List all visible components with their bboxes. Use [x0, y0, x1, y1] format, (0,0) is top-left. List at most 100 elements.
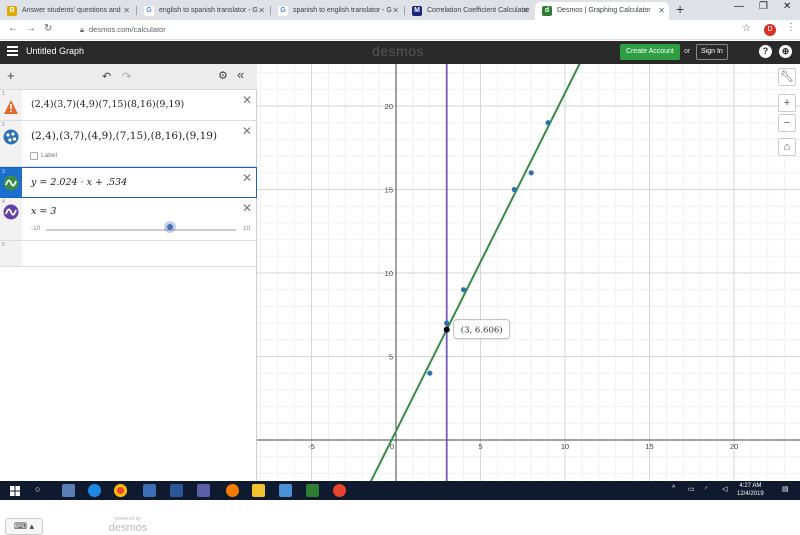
expression-row-1[interactable]: 1 (2,4)(3,7)(4,9)(7,15)(8,16)(9,19) ✕ — [0, 90, 257, 121]
close-tab-icon[interactable]: ✕ — [658, 2, 665, 20]
close-window-icon[interactable]: ✕ — [783, 1, 791, 12]
zoom-out-button[interactable]: − — [778, 114, 796, 132]
app-icon[interactable] — [333, 484, 346, 497]
wave-icon[interactable] — [3, 175, 19, 191]
expression-list: + ↶ ↷ ⚙ « 1 (2,4)(3,7)(4,9)(7,15)(8,16)(… — [0, 64, 257, 535]
settings-gear-icon[interactable]: ⚙ — [218, 69, 228, 82]
keyboard-toggle-button[interactable]: ⌨ ▴ — [5, 518, 43, 535]
create-account-button[interactable]: Create Account — [620, 44, 680, 60]
app-icon[interactable] — [279, 484, 292, 497]
points-icon[interactable] — [3, 129, 19, 145]
file-explorer-icon[interactable] — [143, 484, 156, 497]
desmos-header: Untitled Graph desmos Create Account or … — [0, 41, 800, 64]
label-checkbox[interactable] — [30, 152, 38, 160]
url-field[interactable]: 🔒︎ desmos.com/calculator — [80, 25, 166, 35]
x-tick-label: 20 — [730, 442, 738, 451]
data-point — [511, 186, 517, 193]
x-tick-label: 15 — [645, 442, 653, 451]
store-icon[interactable] — [170, 484, 183, 497]
bookmark-star-icon[interactable]: ☆ — [742, 23, 751, 34]
app-icon[interactable] — [306, 484, 319, 497]
minimize-icon[interactable]: — — [734, 1, 744, 12]
delete-expression-icon[interactable]: ✕ — [242, 93, 252, 107]
intersection-point — [443, 326, 450, 333]
delete-expression-icon[interactable]: ✕ — [242, 124, 252, 138]
forward-icon[interactable]: → — [26, 23, 36, 34]
tab-title: Desmos | Graphing Calculator — [557, 7, 651, 14]
collapse-panel-icon[interactable]: « — [237, 67, 244, 82]
y-tick-label: 10 — [385, 269, 393, 278]
sign-in-button[interactable]: Sign In — [696, 44, 728, 60]
desmos-favicon-icon: d — [542, 6, 552, 16]
y-tick-label: 15 — [385, 186, 393, 195]
tray-chevron-icon[interactable]: ^ — [672, 485, 675, 492]
search-app-icon[interactable] — [226, 484, 239, 497]
slider-handle[interactable] — [164, 221, 176, 233]
expression-row-5-empty[interactable]: 5 — [0, 241, 257, 267]
search-icon[interactable]: ○ — [35, 484, 40, 494]
slider-track[interactable] — [46, 229, 236, 231]
browser-tab-2[interactable]: G english to spanish translator - G ✕ — [137, 2, 269, 20]
windows-start-icon[interactable] — [10, 486, 20, 496]
browser-tab-4[interactable]: M Correlation Coefficient Calculator ✕ — [405, 2, 533, 20]
default-viewport-home-icon[interactable]: ⌂ — [778, 138, 796, 156]
globe-icon[interactable]: ⊕ — [779, 45, 792, 58]
hamburger-menu-icon[interactable] — [7, 46, 18, 56]
slider-max-label[interactable]: 10 — [243, 225, 250, 232]
browser-menu-icon[interactable]: ⋮ — [786, 22, 796, 33]
undo-icon[interactable]: ↶ — [102, 70, 111, 83]
maximize-icon[interactable]: ❐ — [759, 1, 768, 12]
graph-title[interactable]: Untitled Graph — [26, 46, 84, 56]
browser-tab-1[interactable]: B Answer students' questions and ✕ — [0, 2, 134, 20]
lock-icon: 🔒︎ — [80, 25, 84, 34]
powered-by-desmos[interactable]: powered by desmos — [106, 516, 150, 534]
graph-canvas[interactable]: -5 0 5 10 15 205101520(3, 6.606) — [257, 64, 800, 481]
tab-title: english to spanish translator - G — [159, 7, 258, 14]
browser-tab-5-active[interactable]: d Desmos | Graphing Calculator ✕ — [535, 2, 669, 20]
reload-icon[interactable]: ↻ — [44, 23, 52, 34]
network-icon[interactable]: ▭ — [688, 485, 695, 493]
folder-icon[interactable] — [252, 484, 265, 497]
add-item-button[interactable]: + — [7, 68, 15, 83]
expression-row-4[interactable]: 4 x = 3 -10 10 ✕ — [0, 198, 257, 241]
back-icon[interactable]: ← — [8, 23, 18, 34]
delete-expression-icon[interactable]: ✕ — [242, 171, 252, 185]
graph-paper[interactable]: -5 0 5 10 15 20 5 10 15 20 (3, 6.606) — [257, 64, 800, 481]
wave-icon[interactable] — [3, 204, 19, 220]
chrome-icon[interactable] — [114, 484, 127, 497]
expression-row-2[interactable]: 2 (2,4),(3,7),(4,9),(7,15),(8,16),(9,19)… — [0, 121, 257, 167]
volume-icon[interactable]: ◁ — [722, 485, 727, 493]
expression-row-3[interactable]: 3 y = 2.024 · x + .534 ✕ — [0, 167, 257, 198]
new-tab-button[interactable]: + — [676, 1, 684, 17]
expression-text[interactable]: x = 3 — [31, 206, 56, 217]
expression-text[interactable]: y = 2.024 · x + .534 — [31, 177, 127, 188]
x-tick-label: 5 — [478, 442, 482, 451]
delete-expression-icon[interactable]: ✕ — [242, 201, 252, 215]
taskbar-clock[interactable]: 4:27 AM 12/4/2019 — [737, 482, 764, 498]
expression-text[interactable]: (2,4),(3,7),(4,9),(7,15),(8,16),(9,19) — [31, 130, 217, 142]
data-point — [528, 170, 534, 176]
warning-icon[interactable] — [3, 99, 19, 115]
edge-icon[interactable] — [88, 484, 101, 497]
close-tab-icon[interactable]: ✕ — [522, 2, 529, 20]
close-tab-icon[interactable]: ✕ — [123, 2, 130, 20]
wifi-icon[interactable]: ◜ — [705, 485, 708, 493]
expression-text[interactable]: (2,4)(3,7)(4,9)(7,15)(8,16)(9,19) — [31, 99, 184, 110]
mail-icon[interactable] — [197, 484, 210, 497]
close-tab-icon[interactable]: ✕ — [258, 2, 265, 20]
browser-tab-3[interactable]: G spanish to english translator - G ✕ — [271, 2, 403, 20]
help-icon[interactable]: ? — [759, 45, 772, 58]
graph-settings-wrench-icon[interactable]: 🔧︎ — [778, 68, 796, 86]
zoom-in-button[interactable]: + — [778, 94, 796, 112]
google-favicon-icon: G — [278, 6, 288, 16]
task-view-icon[interactable] — [62, 484, 75, 497]
slider-min-label[interactable]: -10 — [31, 225, 40, 232]
tab-title: Answer students' questions and — [22, 7, 121, 14]
notifications-icon[interactable]: ▤ — [782, 485, 789, 493]
profile-avatar[interactable]: D — [764, 24, 776, 36]
label-checkbox-text: Label — [41, 152, 57, 159]
y-tick-label: 20 — [385, 102, 393, 111]
close-tab-icon[interactable]: ✕ — [392, 2, 399, 20]
redo-icon[interactable]: ↷ — [122, 70, 131, 83]
y-tick-label: 5 — [389, 353, 393, 362]
